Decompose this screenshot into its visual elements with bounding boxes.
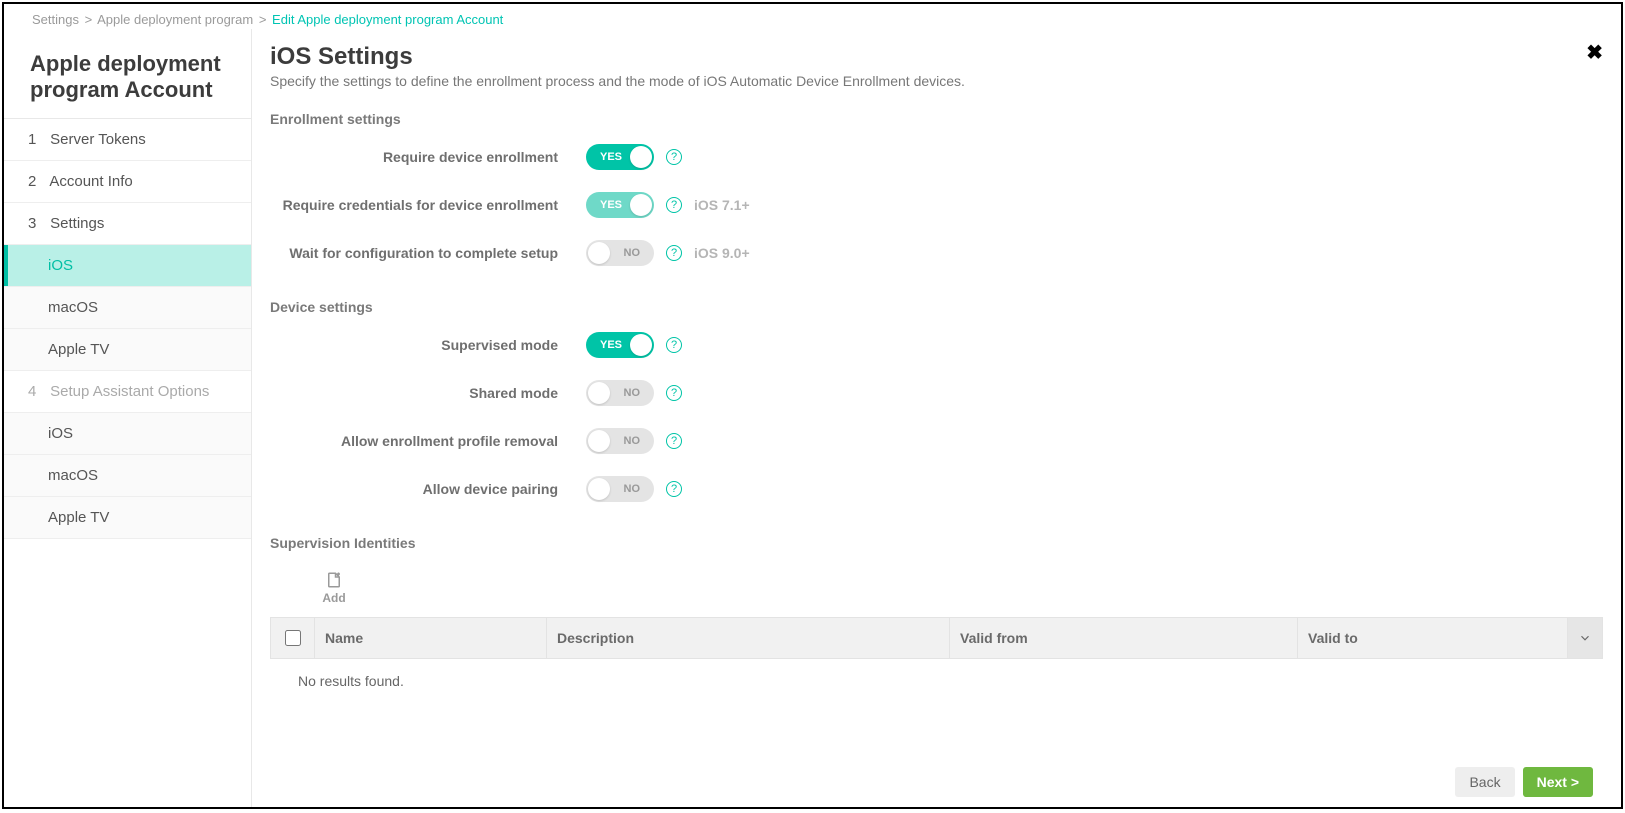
toggle-supervised[interactable]: YES xyxy=(586,332,654,358)
help-icon[interactable]: ? xyxy=(666,433,682,449)
nav-account-info[interactable]: 2 Account Info xyxy=(4,161,251,203)
toggle-wait-config[interactable]: NO xyxy=(586,240,654,266)
label-allow-pairing: Allow device pairing xyxy=(270,481,586,497)
section-supervision-identities: Supervision Identities xyxy=(270,535,1603,551)
add-file-icon xyxy=(325,571,343,589)
hint-ios90: iOS 9.0+ xyxy=(694,245,750,261)
help-icon[interactable]: ? xyxy=(666,337,682,353)
nav-label: Settings xyxy=(50,215,104,232)
nav-server-tokens[interactable]: 1 Server Tokens xyxy=(4,119,251,161)
toggle-allow-profile-removal[interactable]: NO xyxy=(586,428,654,454)
breadcrumb: Settings > Apple deployment program > Ed… xyxy=(4,4,1621,29)
breadcrumb-adp[interactable]: Apple deployment program xyxy=(97,12,253,27)
nav-settings-macos[interactable]: macOS xyxy=(4,287,251,329)
nav-label: Account Info xyxy=(49,173,132,190)
section-device: Device settings xyxy=(270,299,1603,315)
sidebar: Apple deployment program Account 1 Serve… xyxy=(4,29,252,807)
main-panel: iOS Settings Specify the settings to def… xyxy=(252,29,1621,807)
label-require-credentials: Require credentials for device enrollmen… xyxy=(270,197,586,213)
help-icon[interactable]: ? xyxy=(666,149,682,165)
toggle-require-credentials[interactable]: YES xyxy=(586,192,654,218)
identities-table: Name Description Valid from Valid to xyxy=(270,617,1603,659)
table-empty: No results found. xyxy=(270,659,1603,707)
nav-settings[interactable]: 3 Settings xyxy=(4,203,251,245)
breadcrumb-settings[interactable]: Settings xyxy=(32,12,79,27)
nav-sub-label: Apple TV xyxy=(48,509,109,526)
nav-label: Setup Assistant Options xyxy=(50,383,209,400)
help-icon[interactable]: ? xyxy=(666,197,682,213)
label-supervised: Supervised mode xyxy=(270,337,586,353)
add-identity-button[interactable]: Add xyxy=(314,571,354,605)
nav-sub-label: macOS xyxy=(48,299,98,316)
nav-sub-label: iOS xyxy=(48,425,73,442)
close-icon[interactable]: ✖ xyxy=(1586,43,1603,63)
add-label: Add xyxy=(314,591,354,605)
page-subtitle: Specify the settings to define the enrol… xyxy=(270,73,965,89)
select-all-checkbox[interactable] xyxy=(285,630,301,646)
nav-settings-ios[interactable]: iOS xyxy=(4,245,251,287)
chevron-down-icon xyxy=(1578,631,1592,645)
toggle-require-enrollment[interactable]: YES xyxy=(586,144,654,170)
table-header-select[interactable] xyxy=(271,618,315,658)
help-icon[interactable]: ? xyxy=(666,385,682,401)
nav-setup-assistant[interactable]: 4 Setup Assistant Options xyxy=(4,371,251,413)
nav-sub-label: iOS xyxy=(48,257,73,274)
table-header-description[interactable]: Description xyxy=(547,618,950,658)
breadcrumb-current: Edit Apple deployment program Account xyxy=(272,12,503,27)
hint-ios71: iOS 7.1+ xyxy=(694,197,750,213)
table-header-valid-from[interactable]: Valid from xyxy=(950,618,1298,658)
back-button[interactable]: Back xyxy=(1455,767,1514,797)
toggle-allow-pairing[interactable]: NO xyxy=(586,476,654,502)
toggle-shared[interactable]: NO xyxy=(586,380,654,406)
table-header-name[interactable]: Name xyxy=(315,618,547,658)
label-require-enrollment: Require device enrollment xyxy=(270,149,586,165)
sidebar-title: Apple deployment program Account xyxy=(4,29,251,118)
nav-label: Server Tokens xyxy=(50,131,146,148)
nav-sub-label: macOS xyxy=(48,467,98,484)
table-header-valid-to[interactable]: Valid to xyxy=(1298,618,1568,658)
label-shared: Shared mode xyxy=(270,385,586,401)
page-title: iOS Settings xyxy=(270,43,965,71)
nav-settings-appletv[interactable]: Apple TV xyxy=(4,329,251,371)
nav-sub-label: Apple TV xyxy=(48,341,109,358)
nav-sa-appletv[interactable]: Apple TV xyxy=(4,497,251,539)
label-wait-config: Wait for configuration to complete setup xyxy=(270,245,586,261)
label-allow-profile-removal: Allow enrollment profile removal xyxy=(270,433,586,449)
nav-sa-ios[interactable]: iOS xyxy=(4,413,251,455)
help-icon[interactable]: ? xyxy=(666,481,682,497)
section-enrollment: Enrollment settings xyxy=(270,111,1603,127)
next-button[interactable]: Next > xyxy=(1523,767,1593,797)
table-header-expand[interactable] xyxy=(1568,618,1602,658)
nav-sa-macos[interactable]: macOS xyxy=(4,455,251,497)
help-icon[interactable]: ? xyxy=(666,245,682,261)
